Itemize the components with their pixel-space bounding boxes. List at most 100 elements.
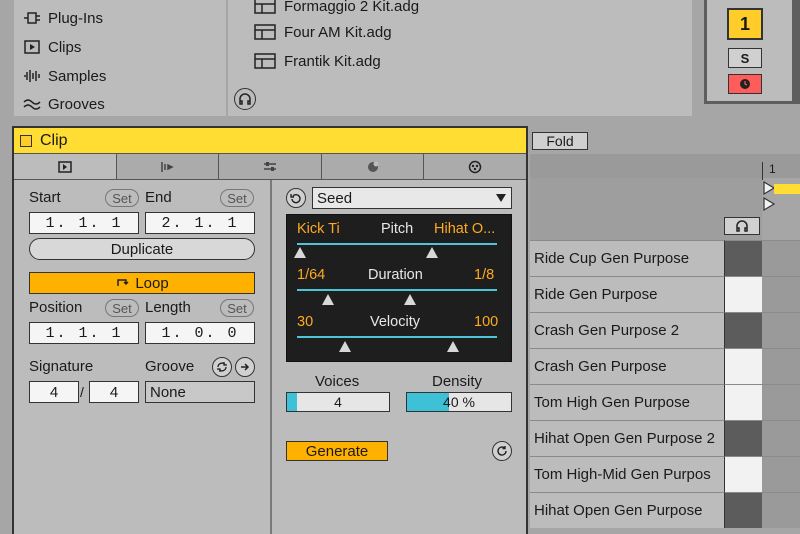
velocity-range-bar[interactable] — [297, 336, 497, 338]
note-grid-cell[interactable] — [762, 348, 800, 384]
position-set-button[interactable]: Set — [105, 299, 139, 317]
voices-slider[interactable]: 4 — [286, 392, 390, 412]
pad-cell[interactable] — [724, 492, 762, 528]
end-set-button[interactable]: Set — [220, 189, 254, 207]
drum-rack-area: Fold 1 Ride Cup Gen Purpose Ride Gen Purp… — [530, 126, 800, 534]
solo-button[interactable]: S — [728, 48, 762, 68]
start-set-button[interactable]: Set — [105, 189, 139, 207]
pitch-low-value: Kick Ti — [297, 221, 340, 237]
groove-chooser[interactable]: None — [145, 381, 255, 403]
voices-value: 4 — [334, 394, 342, 410]
tab-generate[interactable] — [321, 154, 425, 179]
note-grid-cell[interactable] — [762, 456, 800, 492]
tab-seed[interactable] — [424, 154, 526, 179]
pad-cell[interactable] — [724, 420, 762, 456]
refresh-icon — [217, 362, 227, 372]
note-grid-cell[interactable] — [762, 312, 800, 348]
pitch-label: Pitch — [381, 221, 414, 237]
loop-label: Loop — [135, 274, 169, 292]
places-item-label: Plug-Ins — [48, 9, 104, 27]
velocity-high-handle[interactable] — [447, 341, 459, 352]
arm-button[interactable] — [728, 74, 762, 94]
pad-cell[interactable] — [724, 240, 762, 276]
duration-range-bar[interactable] — [297, 289, 497, 291]
pad-cell[interactable] — [724, 456, 762, 492]
signature-denominator-field[interactable]: 4 — [89, 381, 139, 403]
end-field[interactable]: 2. 1. 1 — [145, 212, 255, 234]
file-name: Formaggio 2 Kit.adg — [284, 0, 420, 15]
note-grid-cell[interactable] — [762, 420, 800, 456]
pad-cell[interactable] — [724, 384, 762, 420]
file-item[interactable]: Frantik Kit.adg — [254, 49, 381, 73]
pad-name: Hihat Open Gen Purpose 2 — [534, 430, 715, 447]
notes-icon — [161, 161, 175, 172]
pitch-range-bar[interactable] — [297, 243, 497, 245]
track-activator-button[interactable]: 1 — [727, 8, 763, 40]
file-item[interactable]: Four AM Kit.adg — [254, 20, 392, 44]
duration-label: Duration — [368, 267, 423, 283]
device-preset-icon — [254, 0, 276, 14]
note-grid-cell[interactable] — [762, 492, 800, 528]
velocity-label: Velocity — [370, 314, 420, 330]
length-label: Length — [145, 299, 191, 316]
pad-name: Crash Gen Purpose 2 — [534, 322, 680, 339]
pad-cell[interactable] — [724, 312, 762, 348]
voices-label: Voices — [315, 373, 360, 390]
file-item[interactable]: Formaggio 2 Kit.adg — [254, 0, 419, 18]
groove-icon — [23, 99, 41, 110]
places-item-grooves[interactable]: Grooves — [22, 92, 105, 116]
velocity-low-handle[interactable] — [339, 341, 351, 352]
places-item-plugins[interactable]: Plug-Ins — [22, 6, 103, 30]
clip-color-swatch[interactable] — [20, 134, 32, 147]
pad-cell[interactable] — [724, 276, 762, 312]
sliders-icon — [263, 161, 276, 171]
duplicate-button[interactable]: Duplicate — [29, 238, 255, 260]
end-label: End — [145, 189, 172, 206]
generate-button[interactable]: Generate — [286, 441, 388, 461]
groove-commit-button[interactable] — [212, 357, 232, 377]
start-field[interactable]: 1. 1. 1 — [29, 212, 139, 234]
note-grid-cell[interactable] — [762, 240, 800, 276]
arrow-right-icon — [241, 363, 250, 371]
clip-icon — [24, 40, 40, 54]
note-grid-cell[interactable] — [762, 276, 800, 312]
loop-marker-icon[interactable] — [762, 180, 800, 218]
signature-label: Signature — [29, 358, 94, 375]
preview-headphones-button[interactable] — [234, 88, 256, 110]
pad-cell[interactable] — [724, 348, 762, 384]
places-item-clips[interactable]: Clips — [22, 35, 81, 59]
length-field[interactable]: 1. 0. 0 — [145, 322, 255, 344]
groove-hotswap-button[interactable] — [235, 357, 255, 377]
length-set-button[interactable]: Set — [220, 299, 254, 317]
beat-ruler[interactable]: 1 — [762, 162, 800, 180]
clip-header[interactable]: Clip — [14, 128, 526, 154]
signature-numerator-field[interactable]: 4 — [29, 381, 79, 403]
places-list: Plug-Ins Clips Samples Grooves — [14, 0, 226, 116]
velocity-high-value: 100 — [474, 314, 499, 330]
start-label: Start — [29, 189, 61, 206]
places-item-samples[interactable]: Samples — [22, 64, 106, 88]
duration-low-handle[interactable] — [322, 294, 334, 305]
pitch-high-value: Hihat O... — [434, 221, 496, 237]
clip-view: Clip Start Set End Set 1. 1. 1 2. 1. 1 D… — [12, 126, 528, 534]
duration-high-handle[interactable] — [404, 294, 416, 305]
pitch-high-handle[interactable] — [426, 247, 438, 258]
seed-value: Seed — [317, 189, 353, 207]
note-grid-cell[interactable] — [762, 384, 800, 420]
tab-transform[interactable] — [219, 154, 322, 179]
places-item-label: Grooves — [48, 95, 105, 113]
preview-headphones-toggle[interactable] — [724, 217, 760, 235]
tab-notes[interactable] — [116, 154, 220, 179]
mixer-edge — [792, 0, 800, 104]
loop-button[interactable]: Loop — [29, 272, 255, 294]
fold-button[interactable]: Fold — [532, 132, 588, 150]
tab-clip[interactable] — [14, 154, 117, 179]
auto-generate-button[interactable] — [492, 441, 512, 461]
seed-dropdown[interactable]: Seed — [312, 187, 512, 209]
position-field[interactable]: 1. 1. 1 — [29, 322, 139, 344]
duration-low-value: 1/64 — [297, 267, 326, 283]
pitch-low-handle[interactable] — [294, 247, 306, 258]
waveform-icon — [24, 70, 40, 82]
seed-reload-button[interactable] — [286, 188, 306, 208]
density-slider[interactable]: 40 % — [406, 392, 512, 412]
